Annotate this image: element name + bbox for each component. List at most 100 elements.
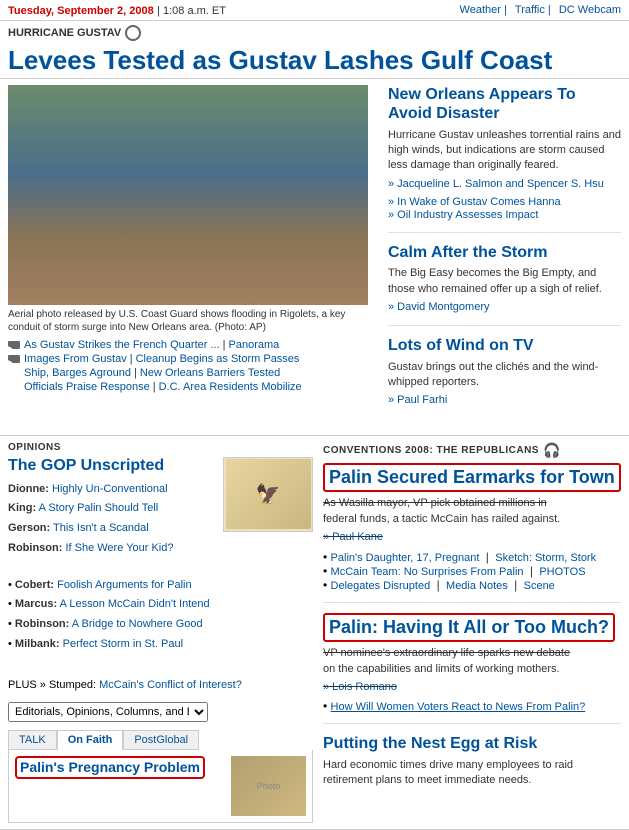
link-row-1: As Gustav Strikes the French Quarter ...… [8,339,378,351]
date-time: Tuesday, September 2, 2008 | 1:08 a.m. E… [8,3,226,17]
conventions-label: CONVENTIONS 2008: THE REPUBLICANS 🎧 [323,442,621,459]
officials-link[interactable]: Officials Praise Response [24,381,150,393]
weather-link[interactable]: Weather [460,4,501,16]
byline-link-2[interactable]: » David Montgomery [388,301,490,313]
header: HURRICANE GUSTAV Levees Tested as Gustav… [0,21,629,79]
opinion-item-robinson: Robinson: If She Were Your Kid? [8,540,313,558]
scene-link[interactable]: Scene [524,580,555,592]
camera-icon-1 [8,341,20,349]
link-row-3: Ship, Barges Aground | New Orleans Barri… [8,367,378,379]
story-wind-headline: Lots of Wind on TV [388,336,621,355]
mccain-team-link[interactable]: McCain Team: No Surprises From Palin [331,566,524,578]
talk-section: TALK On Faith PostGlobal Palin's Pregnan… [8,730,313,823]
hurricane-icon [125,25,141,41]
sub-link-daughter: • Palin's Daughter, 17, Pregnant | Sketc… [323,550,621,564]
daughter-link[interactable]: Palin's Daughter, 17, Pregnant [331,552,480,564]
conv-having-byline: » Lois Romano [323,680,621,695]
having-link[interactable]: Palin: Having It All or Too Much? [329,617,609,637]
tab-postglobal[interactable]: PostGlobal [123,730,199,750]
dc-residents-link[interactable]: D.C. Area Residents Mobilize [159,381,302,393]
byline-link-1[interactable]: » Jacqueline L. Salmon and Spencer S. Hs… [388,178,604,190]
small-links: As Gustav Strikes the French Quarter ...… [8,339,378,393]
dionne-link[interactable]: Highly Un-Conventional [52,483,168,495]
gerson-link[interactable]: This Isn't a Scandal [53,522,149,534]
conv-earmarks-byline: » Paul Kane [323,530,621,545]
main-headline: Levees Tested as Gustav Lashes Gulf Coas… [8,45,621,76]
sub-link-mccain-team: • McCain Team: No Surprises From Palin |… [323,564,621,578]
barriers-link[interactable]: New Orleans Barriers Tested [140,367,280,379]
conv-having-body: VP nominee's extraordinary life sparks n… [323,646,621,677]
paul-kane-link[interactable]: » Paul Kane [323,531,383,543]
opinion-bullet-marcus: • Marcus: A Lesson McCain Didn't Intend [8,596,313,614]
nest-egg-body: Hard economic times drive many employees… [323,758,621,789]
conv-earmarks-body: As Wasilla mayor, VP pick obtained milli… [323,496,621,527]
traffic-link[interactable]: Traffic [515,4,545,16]
robinson2-link[interactable]: A Bridge to Nowhere Good [72,618,203,630]
hurricane-label: HURRICANE GUSTAV [8,25,621,41]
story-calm: Calm After the Storm The Big Easy become… [388,243,621,326]
cleanup-link[interactable]: Cleanup Begins as Storm Passes [136,353,300,365]
opinion-bullet-milbank: • Milbank: Perfect Storm in St. Paul [8,636,313,654]
conv-having-headline: Palin: Having It All or Too Much? [323,613,615,643]
milbank-link[interactable]: Perfect Storm in St. Paul [63,638,183,650]
ship-barges-link[interactable]: Ship, Barges Aground [24,367,131,379]
image-caption: Aerial photo released by U.S. Coast Guar… [8,308,368,334]
tab-talk[interactable]: TALK [8,730,57,750]
nest-egg-story: Putting the Nest Egg at Risk Hard econom… [323,734,621,788]
bottom-section: OPINIONS 🦅 The GOP Unscripted Dionne: Hi… [0,436,629,830]
opinions-section: OPINIONS 🦅 The GOP Unscripted Dionne: Hi… [8,442,313,723]
cobert-link[interactable]: Foolish Arguments for Palin [57,579,192,591]
marcus-link[interactable]: A Lesson McCain Didn't Intend [60,598,210,610]
robinson-link[interactable]: If She Were Your Kid? [65,542,173,554]
conv-story-earmarks: Palin Secured Earmarks for Town As Wasil… [323,463,621,603]
story-wind-byline: » Paul Farhi [388,393,621,408]
story-wind-body: Gustav brings out the clichés and the wi… [388,360,621,391]
king-link[interactable]: A Story Palin Should Tell [39,502,159,514]
main-right: New Orleans Appears To Avoid Disaster Hu… [388,85,621,429]
opinions-dropdown-row: Editorials, Opinions, Columns, and Blogs [8,702,313,722]
images-from-gustav-link[interactable]: Images From Gustav [24,353,127,365]
story-new-orleans-sublinks: » In Wake of Gustav Comes Hanna » Oil In… [388,196,621,221]
plus-link: PLUS » Stumped: McCain's Conflict of Int… [8,677,313,695]
tab-on-faith[interactable]: On Faith [57,730,124,750]
conventions-section: CONVENTIONS 2008: THE REPUBLICANS 🎧 Pali… [323,442,621,824]
top-bar: Tuesday, September 2, 2008 | 1:08 a.m. E… [0,0,629,21]
sub-link-delegates: • Delegates Disrupted | Media Notes | Sc… [323,578,621,592]
dc-webcam-link[interactable]: DC Webcam [559,4,621,16]
opinions-title-link[interactable]: The GOP Unscripted [8,457,164,474]
link-row-4: Officials Praise Response | D.C. Area Re… [8,381,378,393]
talk-headline: Palin's Pregnancy Problem [15,756,225,779]
byline-link-3[interactable]: » Paul Farhi [388,394,447,406]
camera-icon-2 [8,355,20,363]
nest-egg-headline: Putting the Nest Egg at Risk [323,734,621,753]
story-new-orleans-body: Hurricane Gustav unleashes torrential ra… [388,128,621,174]
hanna-link[interactable]: » In Wake of Gustav Comes Hanna [388,196,621,208]
opinion-bullet-robinson2: • Robinson: A Bridge to Nowhere Good [8,616,313,634]
story-calm-byline: » David Montgomery [388,300,621,315]
time: | 1:08 a.m. ET [157,5,226,17]
main-left: Aerial photo released by U.S. Coast Guar… [8,85,378,429]
talk-headline-link[interactable]: Palin's Pregnancy Problem [20,759,200,775]
sketch-link[interactable]: Sketch: Storm, Stork [495,552,596,564]
opinions-label: OPINIONS [8,442,313,453]
conv-story-having-it-all: Palin: Having It All or Too Much? VP nom… [323,613,621,725]
french-quarter-link[interactable]: As Gustav Strikes the French Quarter ... [24,339,220,351]
story-wind: Lots of Wind on TV Gustav brings out the… [388,336,621,418]
opinions-dropdown[interactable]: Editorials, Opinions, Columns, and Blogs [8,702,208,722]
talk-content: Palin's Pregnancy Problem Photo [8,750,313,823]
top-links: Weather | Traffic | DC Webcam [455,4,621,16]
earmarks-link[interactable]: Palin Secured Earmarks for Town [329,467,615,487]
media-notes-link[interactable]: Media Notes [446,580,508,592]
oil-link[interactable]: » Oil Industry Assesses Impact [388,209,621,221]
delegates-link[interactable]: Delegates Disrupted [331,580,431,592]
photos-link[interactable]: PHOTOS [539,566,585,578]
story-new-orleans-headline: New Orleans Appears To Avoid Disaster [388,85,621,123]
talk-tabs: TALK On Faith PostGlobal [8,730,313,750]
panorama-link[interactable]: Panorama [229,339,280,351]
women-voters-link[interactable]: How Will Women Voters React to News From… [331,701,586,713]
lois-romano-link[interactable]: » Lois Romano [323,681,397,693]
mccain-conflict-link[interactable]: McCain's Conflict of Interest? [99,679,242,691]
conv-earmarks-headline: Palin Secured Earmarks for Town [323,463,621,493]
conv-earmarks-sublinks: • Palin's Daughter, 17, Pregnant | Sketc… [323,550,621,592]
nest-egg-link[interactable]: Putting the Nest Egg at Risk [323,735,537,752]
